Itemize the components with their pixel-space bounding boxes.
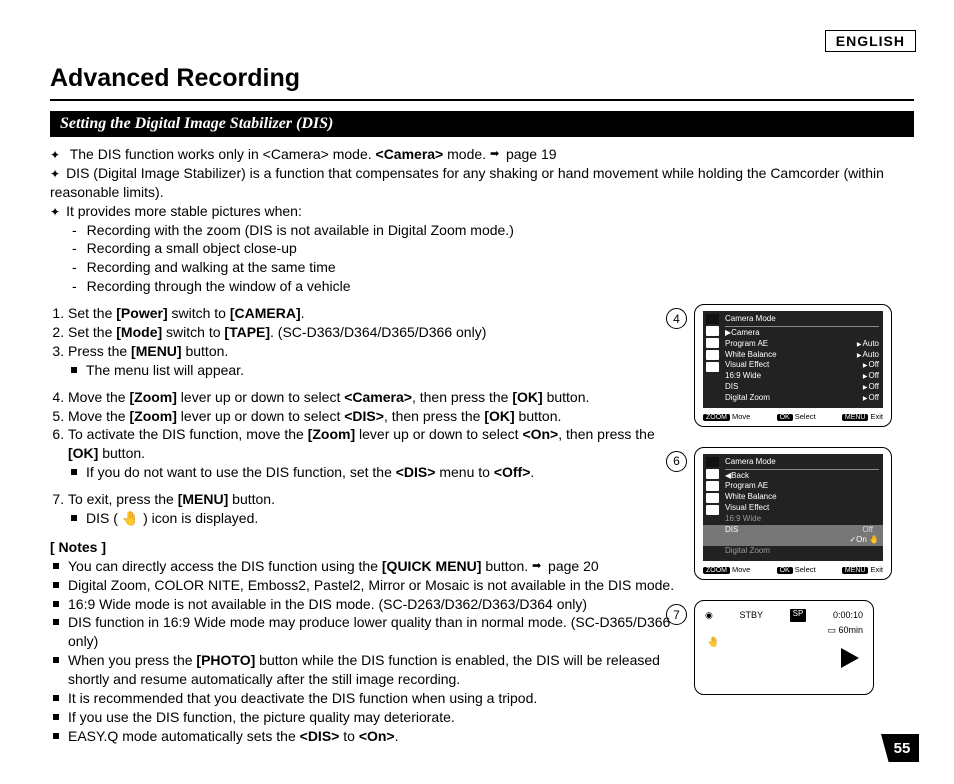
page-number: 55 [881,734,919,762]
intro-sub-item: Recording through the window of a vehicl… [50,277,914,296]
intro-sub-item: Recording with the zoom (DIS is not avai… [50,221,914,240]
play-triangle-icon [841,648,859,668]
arrow-icon [490,150,506,160]
intro-item: It provides more stable pictures when: [50,202,914,221]
status-stby: STBY [740,609,764,621]
category-icons [706,314,721,374]
section-heading: Setting the Digital Image Stabilizer (DI… [50,111,914,137]
dis-hand-icon: 🤚 [707,636,719,650]
menu-footer: ZOOMMove OKSelect MENUExit [703,412,883,422]
menu-selected: ▶Camera [725,328,879,339]
menu-row: White BalanceAuto [725,350,879,361]
note-item: Digital Zoom, COLOR NITE, Emboss2, Paste… [50,576,684,595]
step-marker-6: 6 [666,451,687,472]
intro-item: The DIS function works only in <Camera> … [50,145,914,164]
step-marker-4: 4 [666,308,687,329]
arrow-icon [532,562,548,572]
note-item: If you use the DIS function, the picture… [50,708,684,727]
step-note: If you do not want to use the DIS functi… [68,463,684,482]
step: Press the [MENU] button. The menu list w… [68,342,684,380]
note-item: When you press the [PHOTO] button while … [50,651,684,689]
menu-row-disabled: Digital Zoom [725,546,879,557]
step: Move the [Zoom] lever up or down to sele… [68,407,684,426]
menu-screen-6: 6 Camera Mode ◀Back Program AE White Bal… [694,447,914,581]
notes-heading: [ Notes ] [50,538,684,557]
menu-footer: ZOOMMove OKSelect MENUExit [703,565,883,575]
note-item: You can directly access the DIS function… [50,557,684,576]
menu-back: ◀Back [725,471,879,482]
menu-row: 16:9 WideOff [725,371,879,382]
note-item: It is recommended that you deactivate th… [50,689,684,708]
menu-title: Camera Mode [725,457,879,468]
menu-row: Program AEAuto [725,339,879,350]
status-screen-7: 7 ◉ STBY SP 0:00:10 ▭ 60min 🤚 [694,600,914,695]
menu-row: White Balance [725,492,879,503]
intro-sub-item: Recording a small object close-up [50,239,914,258]
rec-indicator-icon: ◉ [705,609,713,621]
status-sp: SP [790,609,807,621]
intro-sub-item: Recording and walking at the same time [50,258,914,277]
step: To activate the DIS function, move the [… [68,425,684,482]
step: Set the [Power] switch to [CAMERA]. [68,304,684,323]
step-note: The menu list will appear. [68,361,684,380]
diagrams-column: 4 Camera Mode ▶Camera Program AEAuto Whi… [694,304,914,754]
step: Set the [Mode] switch to [TAPE]. (SC-D36… [68,323,684,342]
menu-row: DISOff [725,382,879,393]
battery-icon: ▭ [827,625,836,635]
intro-list: The DIS function works only in <Camera> … [50,145,914,296]
menu-row-selected: DIS Off✓On 🤚 [703,525,883,547]
step: Move the [Zoom] lever up or down to sele… [68,388,684,407]
language-tag: ENGLISH [825,30,916,52]
step-note: DIS ( 🤚 ) icon is displayed. [68,509,684,528]
page-title: Advanced Recording [50,64,914,101]
status-remain: 60min [838,625,863,635]
status-time: 0:00:10 [833,609,863,621]
intro-item: DIS (Digital Image Stabilizer) is a func… [50,164,914,202]
menu-row: Digital ZoomOff [725,393,879,404]
steps-list: Set the [Power] switch to [CAMERA]. Set … [50,304,684,528]
note-item: EASY.Q mode automatically sets the <DIS>… [50,727,684,746]
note-item: 16:9 Wide mode is not available in the D… [50,595,684,614]
menu-row: Visual EffectOff [725,360,879,371]
menu-row: Visual Effect [725,503,879,514]
note-item: DIS function in 16:9 Wide mode may produ… [50,613,684,651]
category-icons [706,457,721,517]
menu-row: Program AE [725,481,879,492]
manual-page: ENGLISH Advanced Recording Setting the D… [0,0,954,784]
menu-row-disabled: 16:9 Wide [725,514,879,525]
menu-screen-4: 4 Camera Mode ▶Camera Program AEAuto Whi… [694,304,914,427]
step: To exit, press the [MENU] button. DIS ( … [68,490,684,528]
menu-title: Camera Mode [725,314,879,325]
notes-list: You can directly access the DIS function… [50,557,684,746]
